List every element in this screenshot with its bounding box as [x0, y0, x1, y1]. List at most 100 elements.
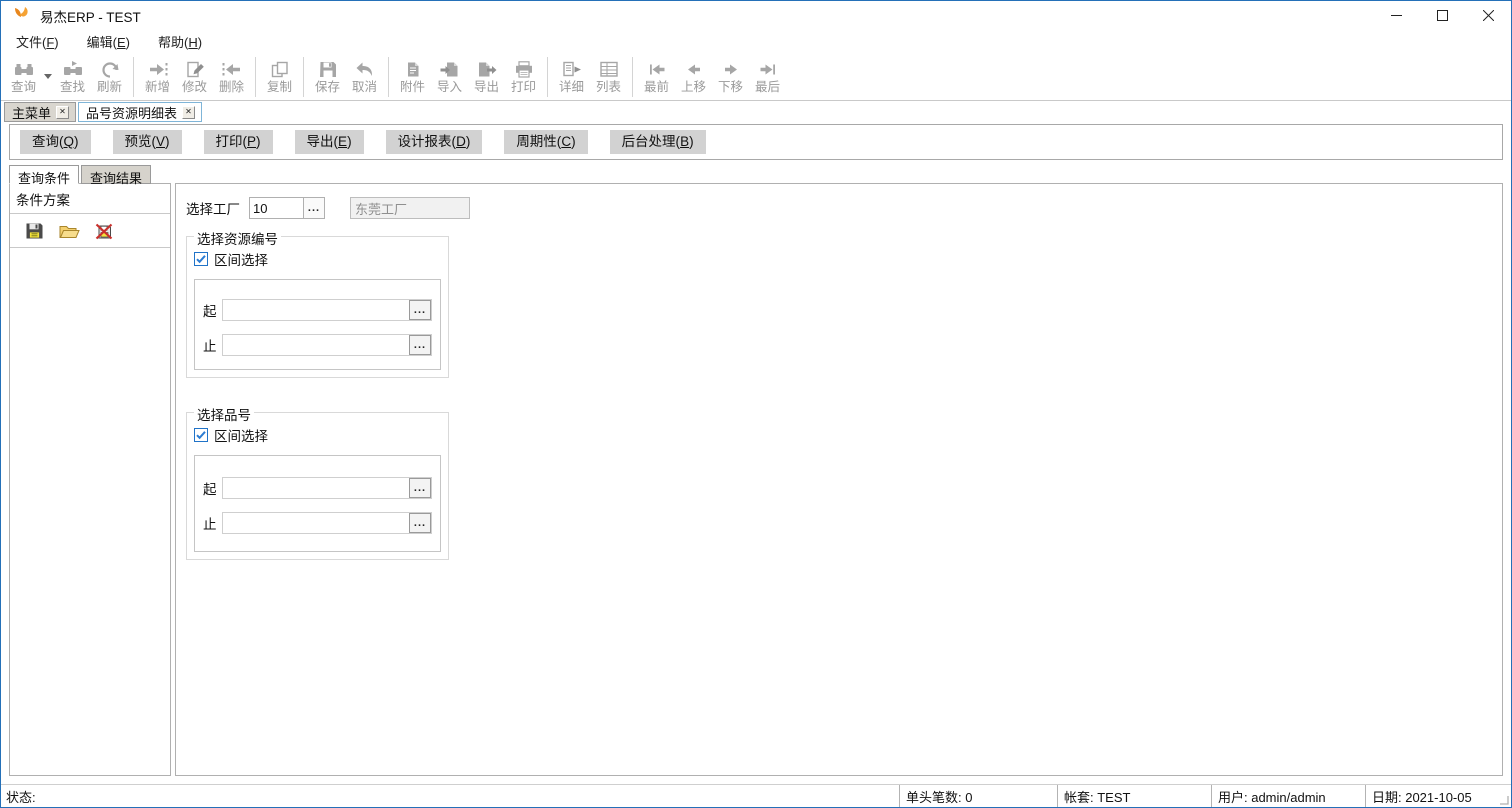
first-icon	[647, 60, 667, 80]
open-folder-icon	[59, 223, 80, 240]
toolbar-move-up[interactable]: 上移	[675, 55, 712, 99]
close-button[interactable]	[1465, 1, 1511, 30]
toolbar-find[interactable]: 查找	[54, 55, 91, 99]
resource-range-checkbox[interactable]	[194, 252, 208, 266]
undo-icon	[355, 60, 375, 80]
tab-query-conditions[interactable]: 查询条件	[9, 165, 79, 184]
item-range-checkbox[interactable]	[194, 428, 208, 442]
item-to-browse-button[interactable]: ...	[409, 513, 431, 533]
toolbar-cancel[interactable]: 取消	[346, 55, 383, 99]
resource-from-label: 起	[203, 300, 218, 320]
resource-code-group: 选择资源编号 区间选择 起 ...	[186, 236, 449, 378]
toolbar-separator	[388, 57, 389, 97]
status-user: 用户: admin/admin	[1211, 785, 1365, 807]
print-button[interactable]: 打印(P)	[204, 130, 273, 154]
menu-edit[interactable]: 编辑(E)	[84, 30, 133, 53]
toolbar: 查询 查找 刷新 新增 修改 删除 复制	[1, 53, 1511, 101]
status-date: 日期: 2021-10-05	[1365, 785, 1511, 807]
toolbar-first[interactable]: 最前	[638, 55, 675, 99]
open-scheme-button[interactable]	[58, 221, 80, 241]
report-action-panel: 查询(Q) 预览(V) 打印(P) 导出(E) 设计报表(D) 周期性(C) 后…	[9, 124, 1503, 160]
maximize-icon	[1437, 10, 1448, 21]
factory-name-display	[350, 197, 470, 219]
toolbar-delete[interactable]: 删除	[213, 55, 250, 99]
query-dropdown-arrow[interactable]	[42, 55, 54, 99]
item-from-browse-button[interactable]: ...	[409, 478, 431, 498]
toolbar-import[interactable]: 导入	[431, 55, 468, 99]
tab-query-results[interactable]: 查询结果	[81, 165, 151, 184]
preview-button[interactable]: 预览(V)	[113, 130, 182, 154]
factory-browse-button[interactable]: ...	[303, 198, 324, 218]
background-process-button[interactable]: 后台处理(B)	[610, 130, 706, 154]
condition-scheme-panel: 条件方案	[9, 183, 171, 776]
item-from-label: 起	[203, 478, 218, 498]
item-number-group-title: 选择品号	[194, 404, 254, 424]
check-icon	[195, 253, 207, 265]
maximize-button[interactable]	[1419, 1, 1465, 30]
item-to-input[interactable]	[223, 513, 409, 533]
resource-to-label: 止	[203, 335, 218, 355]
factory-code-input[interactable]	[250, 198, 303, 218]
item-range-box: 起 ... 止 ...	[194, 455, 441, 552]
close-icon	[1483, 10, 1494, 21]
resource-to-input[interactable]	[223, 335, 409, 355]
toolbar-separator	[255, 57, 256, 97]
toolbar-list[interactable]: 列表	[590, 55, 627, 99]
query-icon	[14, 60, 34, 80]
toolbar-save[interactable]: 保存	[309, 55, 346, 99]
toolbar-attachment[interactable]: 附件	[394, 55, 431, 99]
item-to-label: 止	[203, 513, 218, 533]
menu-help[interactable]: 帮助(H)	[155, 30, 205, 53]
toolbar-detail[interactable]: 详细	[553, 55, 590, 99]
toolbar-export[interactable]: 导出	[468, 55, 505, 99]
resource-code-group-title: 选择资源编号	[194, 228, 281, 248]
toolbar-copy[interactable]: 复制	[261, 55, 298, 99]
app-window: 易杰ERP - TEST 文件(F) 编辑(E) 帮助(H) 查询 查找	[0, 0, 1512, 808]
toolbar-refresh[interactable]: 刷新	[91, 55, 128, 99]
move-up-icon	[684, 60, 704, 80]
export-button[interactable]: 导出(E)	[295, 130, 364, 154]
close-tab-icon[interactable]: ✕	[182, 106, 195, 119]
delete-scheme-icon	[94, 222, 115, 241]
toolbar-print[interactable]: 打印	[505, 55, 542, 99]
save-scheme-icon	[25, 222, 44, 240]
minimize-button[interactable]	[1373, 1, 1419, 30]
item-to-row: 止 ...	[203, 512, 432, 534]
attachment-icon	[403, 60, 423, 80]
save-scheme-button[interactable]	[23, 221, 45, 241]
item-from-input[interactable]	[223, 478, 409, 498]
toolbar-last[interactable]: 最后	[749, 55, 786, 99]
periodic-button[interactable]: 周期性(C)	[504, 130, 587, 154]
resource-from-input[interactable]	[223, 300, 409, 320]
last-icon	[758, 60, 778, 80]
status-bar: 状态: 单头笔数: 0 帐套: TEST 用户: admin/admin 日期:…	[1, 784, 1511, 807]
export-icon	[477, 60, 497, 80]
factory-row: 选择工厂 ...	[186, 197, 1492, 219]
toolbar-add[interactable]: 新增	[139, 55, 176, 99]
minimize-icon	[1391, 10, 1402, 21]
toolbar-edit[interactable]: 修改	[176, 55, 213, 99]
delete-scheme-button[interactable]	[93, 221, 115, 241]
close-tab-icon[interactable]: ✕	[56, 106, 69, 119]
window-title: 易杰ERP - TEST	[40, 6, 141, 26]
resource-from-browse-button[interactable]: ...	[409, 300, 431, 320]
resource-range-box: 起 ... 止 ...	[194, 279, 441, 370]
toolbar-separator	[303, 57, 304, 97]
scheme-toolbar	[10, 214, 170, 248]
item-range-checkbox-label: 区间选择	[214, 425, 268, 445]
edit-record-icon	[185, 60, 205, 80]
item-range-checkbox-row: 区间选择	[194, 425, 441, 445]
status-text: 状态:	[1, 785, 899, 807]
menu-file[interactable]: 文件(F)	[13, 30, 62, 53]
query-condition-form: 选择工厂 ... 选择资源编号 区间选择	[175, 183, 1503, 776]
scheme-list-empty	[10, 248, 170, 775]
tab-resource-detail-report[interactable]: 品号资源明细表 ✕	[78, 102, 202, 122]
design-report-button[interactable]: 设计报表(D)	[386, 130, 483, 154]
toolbar-query[interactable]: 查询	[5, 55, 42, 99]
resource-to-browse-button[interactable]: ...	[409, 335, 431, 355]
status-account: 帐套: TEST	[1057, 785, 1211, 807]
resize-grip-icon[interactable]	[1499, 795, 1509, 805]
query-button[interactable]: 查询(Q)	[20, 130, 91, 154]
toolbar-move-down[interactable]: 下移	[712, 55, 749, 99]
tab-main-menu[interactable]: 主菜单 ✕	[4, 102, 76, 122]
